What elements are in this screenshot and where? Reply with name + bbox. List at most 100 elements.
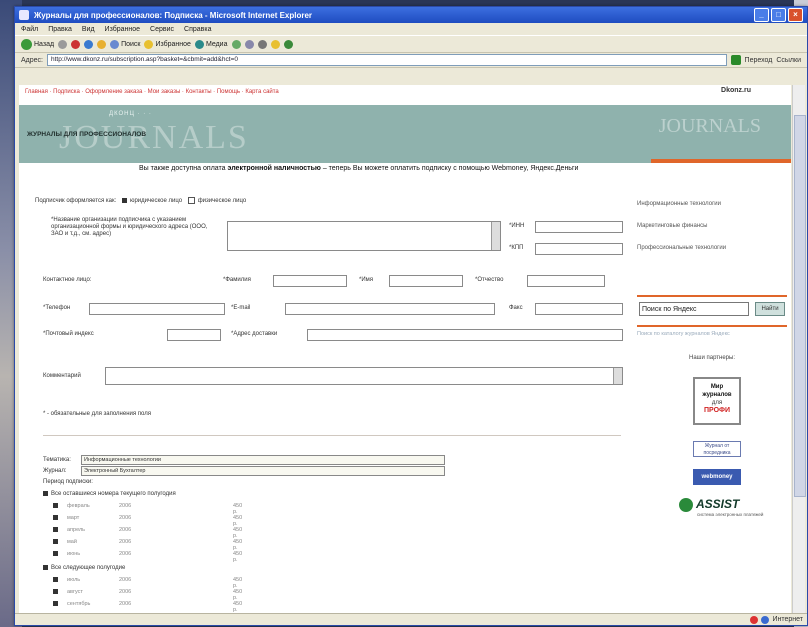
address-field-label: *Адрес доставки (231, 331, 278, 337)
site-logo[interactable]: Dkonz.ru (721, 87, 751, 94)
email-label: *E-mail (231, 305, 251, 311)
title-bar[interactable]: Журналы для профессионалов: Подписка - M… (15, 7, 807, 23)
partner-badge-webmoney[interactable]: webmoney (693, 469, 741, 485)
history-icon[interactable] (231, 39, 241, 49)
email-input[interactable] (285, 303, 495, 315)
kpp-input[interactable] (535, 243, 623, 255)
name-label: *Имя (359, 277, 374, 283)
ie-icon (19, 10, 29, 20)
topic-select[interactable]: Информационные технологии (81, 455, 445, 465)
refresh-icon[interactable] (84, 39, 94, 49)
search-button[interactable]: Поиск (110, 39, 140, 49)
checkbox[interactable] (53, 515, 58, 521)
icq-icon[interactable] (283, 39, 293, 49)
group1-checkbox[interactable] (43, 491, 48, 496)
comment-label: Комментарий (43, 373, 81, 379)
name-input[interactable] (389, 275, 463, 287)
toolbar: Назад Поиск Избранное Медиа (15, 35, 807, 53)
go-button[interactable]: Переход (745, 57, 773, 64)
zone-label: Интернет (772, 616, 803, 623)
list-item[interactable]: май 2006 450 р. (53, 539, 242, 551)
favorites-button[interactable]: Избранное (144, 39, 191, 49)
list-item[interactable]: июль 2006 450 р. (53, 577, 242, 589)
banner-accent-bar (651, 159, 791, 163)
checkbox[interactable] (53, 503, 58, 509)
group1-label[interactable]: Все оставшиеся номера текущего полугодия (43, 491, 176, 497)
menu-help[interactable]: Справка (184, 26, 211, 33)
inn-input[interactable] (535, 221, 623, 233)
period-label: Период подписки: (43, 479, 93, 485)
search-button[interactable]: Найти (755, 302, 785, 316)
comment-textarea[interactable] (105, 367, 623, 385)
scrollbar-thumb[interactable] (794, 115, 806, 497)
home-icon[interactable] (97, 39, 107, 49)
group2-label[interactable]: Все следующее полугодие (43, 565, 125, 571)
banner-title: ЖУРНАЛЫ ДЛЯ ПРОФЕССИОНАЛОВ (27, 131, 147, 138)
messenger-icon[interactable] (270, 39, 280, 49)
minimize-button[interactable]: _ (754, 8, 769, 22)
menu-file[interactable]: Файл (21, 26, 38, 33)
sidebar-link-it[interactable]: Информационные технологии (637, 201, 787, 207)
checkbox[interactable] (53, 601, 58, 607)
menu-view[interactable]: Вид (82, 26, 95, 33)
breadcrumb[interactable]: Главная · Подписка · Оформление заказа ·… (25, 89, 279, 95)
stop-icon[interactable] (71, 39, 81, 49)
checkbox[interactable] (53, 539, 58, 545)
media-button[interactable]: Медиа (194, 39, 228, 49)
list-item[interactable]: август 2006 450 р. (53, 589, 242, 601)
star-icon (144, 39, 154, 49)
patronymic-input[interactable] (527, 275, 605, 287)
journal-select[interactable]: Электронный Бухгалтер (81, 466, 445, 476)
go-icon[interactable] (730, 55, 741, 65)
list-item[interactable]: июнь 2006 450 р. (53, 551, 242, 563)
partner-badge-profi[interactable]: Мир журналов для ПРОФИ (693, 377, 741, 425)
search-input[interactable]: Поиск по Яндекс (639, 302, 749, 316)
delivery-address-input[interactable] (307, 329, 623, 341)
banner-watermark: JOURNALS (59, 119, 249, 156)
list-item[interactable]: апрель 2006 450 р. (53, 527, 242, 539)
surname-input[interactable] (273, 275, 347, 287)
page-scrollbar[interactable] (792, 85, 806, 613)
assist-logo[interactable]: ASSIST система электронных платежей (679, 497, 769, 521)
browser-window: Журналы для профессионалов: Подписка - M… (14, 6, 808, 626)
links-button[interactable]: Ссылки (776, 57, 801, 64)
phone-input[interactable] (89, 303, 225, 315)
print-icon[interactable] (257, 39, 267, 49)
journal-label: Журнал: (43, 468, 67, 474)
legal-radio[interactable] (121, 198, 127, 203)
address-input[interactable]: http://www.dkonz.ru/subscription.asp?bas… (46, 54, 727, 66)
scrollbar[interactable] (491, 222, 500, 250)
org-textarea[interactable] (227, 221, 501, 251)
list-item[interactable]: март 2006 450 р. (53, 515, 242, 527)
scrollbar[interactable] (613, 368, 622, 384)
postal-input[interactable] (167, 329, 221, 341)
address-bar: Адрес: http://www.dkonz.ru/subscription.… (15, 53, 807, 68)
partner-badge-journal[interactable]: Журнал от посредника (693, 441, 741, 457)
menu-favorites[interactable]: Избранное (105, 26, 140, 33)
mail-icon[interactable] (244, 39, 254, 49)
back-button[interactable]: Назад (21, 38, 54, 50)
search-caption[interactable]: Поиск по каталогу журналов Яндекс (637, 331, 787, 337)
phone-label: *Телефон (43, 305, 71, 311)
checkbox[interactable] (53, 527, 58, 533)
media-icon (194, 39, 204, 49)
close-button[interactable]: × (788, 8, 803, 22)
sidebar-link-tech[interactable]: Профессиональные технологии (637, 245, 787, 251)
checkbox[interactable] (53, 577, 58, 583)
sidebar-link-finance[interactable]: Маркетинговые финансы (637, 223, 787, 229)
checkbox[interactable] (53, 551, 58, 557)
menu-tools[interactable]: Сервис (150, 26, 174, 33)
topic-label: Тематика: (43, 457, 71, 463)
list-item[interactable]: сентябрь 2006 450 р. (53, 601, 242, 613)
forward-arrow-icon[interactable] (58, 39, 68, 49)
list-item[interactable]: февраль 2006 450 р. (53, 503, 242, 515)
group2-checkbox[interactable] (43, 565, 48, 570)
fax-input[interactable] (535, 303, 623, 315)
checkbox[interactable] (53, 589, 58, 595)
maximize-button[interactable]: □ (771, 8, 786, 22)
menu-edit[interactable]: Правка (48, 26, 72, 33)
org-label: *Название организации подписчика с указа… (51, 217, 208, 237)
assist-icon (679, 497, 693, 512)
individual-radio[interactable] (187, 197, 195, 204)
banner-tagline: ДКОНЦ · · · (109, 111, 152, 117)
